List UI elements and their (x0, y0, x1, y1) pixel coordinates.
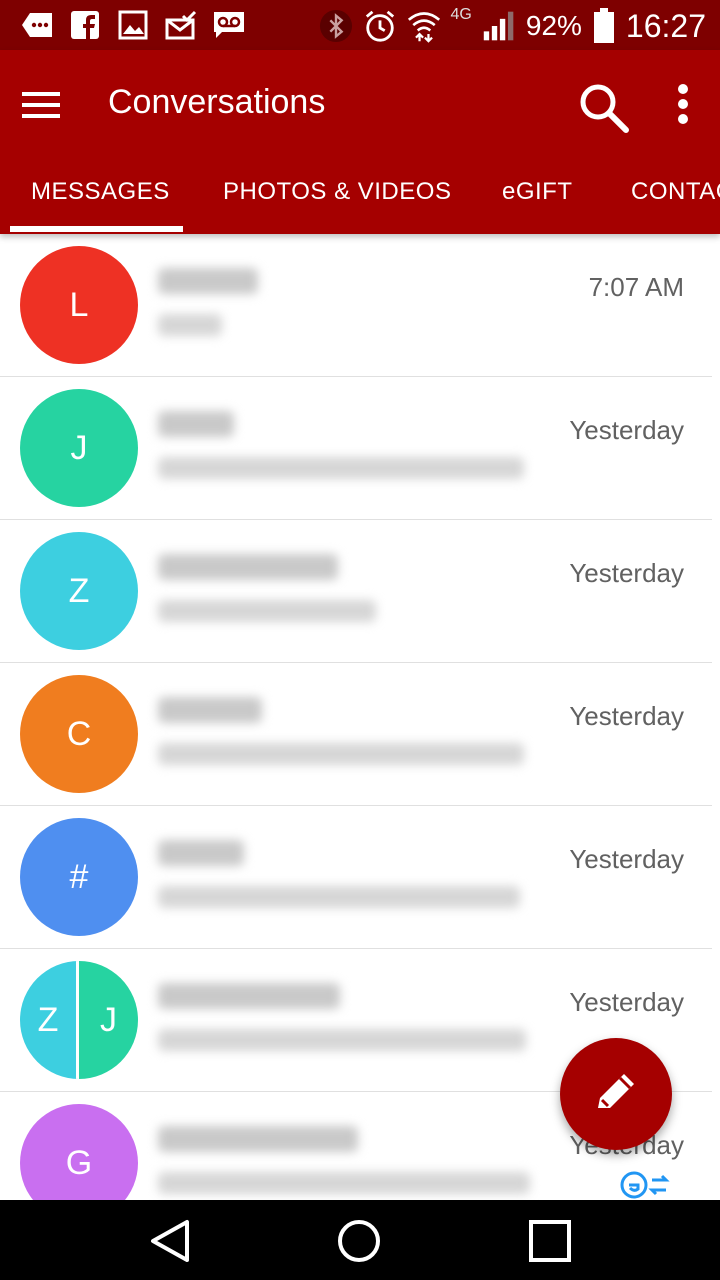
pencil-icon (598, 1074, 634, 1108)
blurred-message-preview (158, 600, 376, 622)
gallery-icon (116, 8, 150, 42)
conversation-row[interactable]: # Yesterday (0, 806, 712, 949)
hamburger-menu-icon[interactable] (22, 85, 62, 125)
tab-indicator (10, 226, 183, 232)
mail-check-icon (164, 8, 198, 42)
network-type: 4G (450, 6, 472, 23)
tab-bar: MESSAGES PHOTOS & VIDEOS eGIFT CONTACTS (0, 168, 720, 234)
tab-egift[interactable]: eGIFT (502, 178, 573, 206)
notification-icons (20, 8, 246, 42)
wifi-icon (407, 9, 441, 43)
group-avatar: Z J (20, 961, 138, 1079)
blurred-contact-name (158, 268, 258, 294)
battery-percent: 92% (525, 10, 582, 41)
system-nav-bar (0, 1200, 720, 1280)
clock: 16:27 (625, 7, 706, 44)
tab-photos-videos[interactable]: PHOTOS & VIDEOS (223, 178, 451, 206)
signal-icon (482, 9, 516, 43)
back-triangle-icon[interactable] (147, 1218, 193, 1264)
bluetooth-icon (319, 9, 353, 43)
conversation-row[interactable]: L 7:07 AM (0, 234, 712, 377)
blurred-message-preview (158, 743, 524, 765)
blurred-message-preview (158, 1172, 530, 1194)
blurred-message-preview (158, 1029, 526, 1051)
avatar: L (20, 246, 138, 364)
conversation-time: Yesterday (569, 987, 684, 1017)
conversation-time: Yesterday (569, 415, 684, 445)
facebook-icon (68, 8, 102, 42)
blurred-message-preview (158, 457, 524, 479)
page-title: Conversations (108, 83, 326, 121)
alarm-icon (363, 9, 397, 43)
search-icon[interactable] (576, 80, 632, 136)
blurred-contact-name (158, 697, 262, 723)
avatar: J (20, 389, 138, 507)
conversation-row[interactable]: C Yesterday (0, 663, 712, 806)
blurred-contact-name (158, 840, 244, 866)
tab-messages[interactable]: MESSAGES (31, 178, 170, 206)
compose-button[interactable] (560, 1038, 672, 1150)
message-notification-icon (20, 8, 54, 42)
system-indicators: 4G 92% 16:27 (319, 4, 706, 48)
status-bar: 4G 92% 16:27 (0, 0, 720, 50)
sync-icon (618, 1170, 674, 1200)
conversation-time: Yesterday (569, 558, 684, 588)
recents-square-icon[interactable] (527, 1218, 573, 1264)
more-vertical-icon[interactable] (668, 80, 698, 136)
blurred-message-preview (158, 314, 222, 336)
avatar: Z (20, 532, 138, 650)
blurred-contact-name (158, 983, 340, 1009)
conversation-row[interactable]: J Yesterday (0, 377, 712, 520)
home-circle-icon[interactable] (336, 1218, 382, 1264)
blurred-contact-name (158, 411, 234, 437)
tab-contacts[interactable]: CONTACTS (631, 178, 720, 206)
blurred-contact-name (158, 554, 338, 580)
avatar: C (20, 675, 138, 793)
blurred-contact-name (158, 1126, 358, 1152)
conversation-row[interactable]: Z Yesterday (0, 520, 712, 663)
voicemail-icon (212, 8, 246, 42)
conversation-time: Yesterday (569, 701, 684, 731)
avatar: # (20, 818, 138, 936)
avatar: G (20, 1104, 138, 1200)
blurred-message-preview (158, 886, 520, 908)
conversation-time: 7:07 AM (588, 272, 684, 302)
avatar-left: Z (20, 961, 79, 1079)
battery-icon (592, 8, 616, 43)
conversation-time: Yesterday (569, 844, 684, 874)
app-bar: Conversations MESSAGES PHOTOS & VIDEOS e… (0, 50, 720, 234)
avatar-right: J (79, 961, 138, 1079)
